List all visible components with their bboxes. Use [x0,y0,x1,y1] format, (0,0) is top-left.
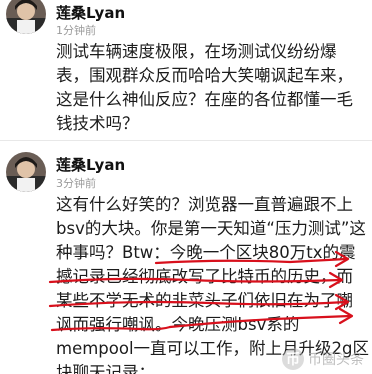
avatar-image [6,152,46,192]
post-line: 某些不学无术的韭菜头子们依旧在为了嘲 [56,291,353,310]
post-line: 种事吗？Btw：今晚一个区块80万tx的震 [56,243,356,262]
post-line: 钱技术吗？ [56,114,139,133]
post-line: 这是什么神仙反应？在座的各位都懂一毛 [56,90,353,109]
post-timestamp: 1分钟前 [56,24,96,37]
username[interactable]: 莲桑Lyan [56,2,125,23]
post-line: 表，围观群众反而哈哈大笑嘲讽起车来， [56,66,353,85]
watermark-text: 币圈头条 [308,352,364,368]
watermark: 币 币圈头条 [282,348,364,370]
post-line: 撼记录已经彻底改写了比特币的历史，而 [56,267,353,286]
post-timestamp: 3分钟前 [56,177,96,190]
post-line: 这有什么好笑的？浏览器一直普遍跟不上 [56,195,353,214]
post-body: 这有什么好笑的？浏览器一直普遍跟不上 bsv的大块。你是第一天知道“压力测试”这… [56,193,372,374]
post-card: 莲桑Lyan 1分钟前 测试车辆速度极限，在场测试仪纷纷爆 表，围观群众反而哈哈… [0,0,372,150]
avatar-image [6,0,46,34]
post-line: 讽而强行嘲讽。今晚压测bsv系的 [56,315,300,334]
post-line: 测试车辆速度极限，在场测试仪纷纷爆 [56,42,337,61]
post-body: 测试车辆速度极限，在场测试仪纷纷爆 表，围观群众反而哈哈大笑嘲讽起车来， 这是什… [56,40,372,136]
watermark-logo-icon: 币 [282,348,304,370]
avatar[interactable] [6,152,46,192]
avatar[interactable] [6,0,46,34]
post-card: 莲桑Lyan 3分钟前 这有什么好笑的？浏览器一直普遍跟不上 bsv的大块。你是… [0,144,372,374]
username[interactable]: 莲桑Lyan [56,154,125,175]
feed-page: 莲桑Lyan 1分钟前 测试车辆速度极限，在场测试仪纷纷爆 表，围观群众反而哈哈… [0,0,372,374]
post-line: bsv的大块。你是第一天知道“压力测试”这 [56,219,366,238]
post-divider [0,140,372,141]
